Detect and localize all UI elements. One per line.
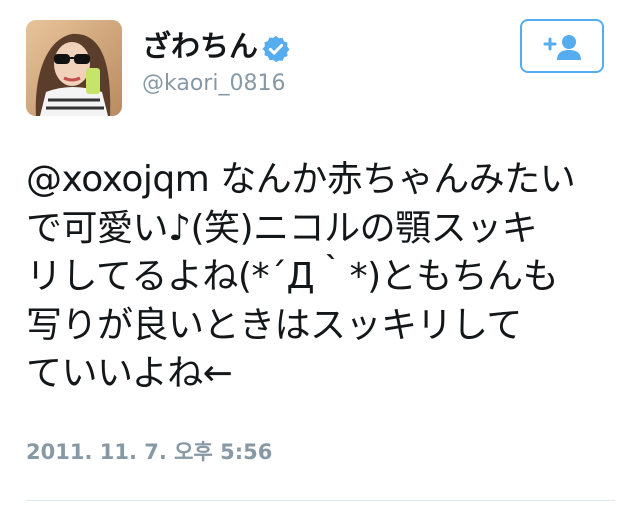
tweet-timestamp[interactable]: 2011. 11. 7. 오후 5:56 xyxy=(26,438,272,466)
tweet-text-line: で可愛い♪(笑)ニコルの顎スッキ xyxy=(26,207,538,249)
follow-user-plus-icon xyxy=(543,35,581,60)
tweet-text-line: @xoxojqm なんか赤ちゃんみたい xyxy=(26,159,576,200)
tweet-text-line: ていいよね← xyxy=(26,353,233,394)
tweet-text-line: リしてるよね(*´Д｀*)ともちんも xyxy=(26,256,559,297)
tweet-text-line: 写りが良いときはスッキリして xyxy=(26,304,522,346)
tweet-text: @xoxojqm なんか赤ちゃんみたい で可愛い♪(笑)ニコルの顎スッキ リして… xyxy=(26,156,608,399)
verified-badge-icon xyxy=(262,35,290,63)
profile-photo-icon xyxy=(26,20,122,116)
user-handle[interactable]: @kaori_0816 xyxy=(142,70,285,98)
avatar[interactable] xyxy=(26,20,122,116)
divider xyxy=(26,500,615,501)
follow-button[interactable] xyxy=(520,19,604,73)
display-name[interactable]: ざわちん xyxy=(142,29,258,63)
